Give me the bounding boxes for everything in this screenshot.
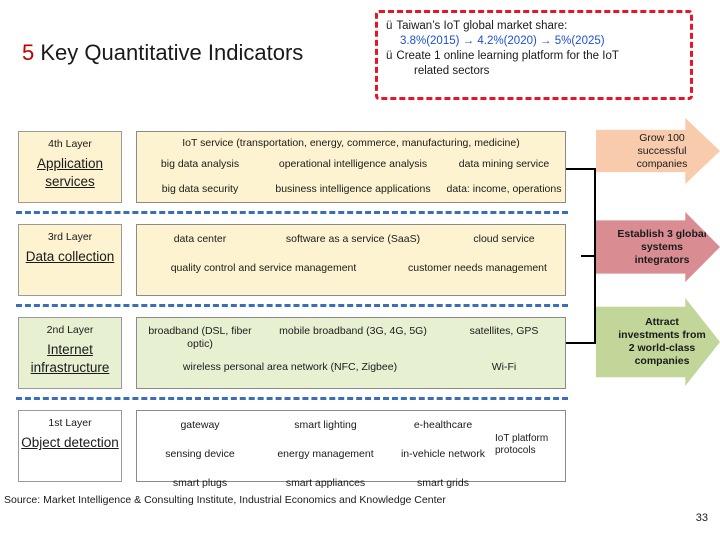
layer-4-item-1: big data analysis bbox=[160, 158, 240, 170]
goal-arrow-1: Grow 100 successful companies bbox=[596, 118, 720, 184]
layer-1-side-label: IoT platform protocols bbox=[495, 433, 549, 456]
callout-line-4: related sectors bbox=[414, 65, 490, 77]
callout-line-2: 3.8%(2015) → 4.2%(2020) → 5%(2025) bbox=[386, 34, 682, 49]
goal-arrow-1-text: Grow 100 successful companies bbox=[636, 131, 688, 170]
layer-2-title: Internet infrastructure bbox=[30, 342, 110, 375]
layer-1-title: Object detection bbox=[21, 435, 119, 450]
layer-1-row-3: smart plugs smart appliances smart grids bbox=[137, 477, 565, 490]
layer-3-item-3: cloud service bbox=[473, 233, 535, 245]
layer-1-item-1: gateway bbox=[180, 419, 220, 431]
check-icon: ü bbox=[386, 20, 393, 32]
layer-4-panel: IoT service (transportation, energy, com… bbox=[136, 131, 566, 203]
layer-2-name: 2nd Layer bbox=[46, 324, 94, 336]
callout-box: ü Taiwan’s IoT global market share: 3.8%… bbox=[375, 10, 693, 100]
layer-3-name: 3rd Layer bbox=[47, 231, 93, 243]
check-icon-2: ü bbox=[386, 50, 393, 62]
layer-3-row-2: quality control and service management c… bbox=[137, 262, 565, 275]
layer-1-row-1: gateway smart lighting e-healthcare bbox=[137, 419, 565, 432]
layer-3-row-1: data center software as a service (SaaS)… bbox=[137, 233, 565, 246]
callout-line-1: ü Taiwan’s IoT global market share: bbox=[386, 19, 682, 34]
callout-line-3: ü Create 1 online learning platform for … bbox=[386, 49, 682, 64]
layer-3-panel: data center software as a service (SaaS)… bbox=[136, 224, 566, 296]
layer-4-title: Application services bbox=[36, 156, 104, 189]
layer-4-item-2: operational intelligence analysis bbox=[278, 158, 428, 170]
layer-4-row-1: big data analysis operational intelligen… bbox=[137, 158, 565, 171]
share-2025: 5%(2025) bbox=[554, 35, 605, 47]
page-title: 5 Key Quantitative Indicators bbox=[22, 40, 303, 66]
layer-label-4: 4th Layer Application services bbox=[18, 131, 122, 203]
layer-2-item-1: broadband (DSL, fiber optic) bbox=[148, 325, 252, 350]
layer-1-spacer-1 bbox=[498, 419, 565, 432]
layer-label-1: 1st Layer Object detection bbox=[18, 410, 122, 482]
layer-2-item-3: satellites, GPS bbox=[469, 325, 539, 337]
source-note: Source: Market Intelligence & Consulting… bbox=[4, 494, 446, 506]
layer-1-spacer-3 bbox=[498, 477, 565, 490]
layer-4-item-3: data mining service bbox=[458, 158, 550, 170]
layer-1-panel: gateway smart lighting e-healthcare sens… bbox=[136, 410, 566, 489]
layer-1-item-9: smart grids bbox=[417, 477, 469, 489]
layer-4-item-4: big data security bbox=[161, 183, 239, 195]
goal-arrow-3: Attract investments from 2 world-class c… bbox=[596, 298, 720, 386]
layer-3-item-2: software as a service (SaaS) bbox=[285, 233, 421, 245]
layer-1-item-8: smart appliances bbox=[285, 477, 366, 489]
layer-3-title: Data collection bbox=[25, 249, 115, 264]
layer-1-item-5: energy management bbox=[277, 448, 374, 460]
share-2015: 3.8%(2015) bbox=[400, 35, 460, 47]
layer-4-name: 4th Layer bbox=[48, 138, 92, 150]
layer-3-item-4: quality control and service management bbox=[170, 262, 357, 274]
goal-arrow-2: Establish 3 global systems integrators bbox=[596, 212, 720, 282]
title-rest: Key Quantitative Indicators bbox=[34, 40, 304, 65]
callout-line-1-text: Taiwan’s IoT global market share: bbox=[396, 20, 568, 32]
layer-2-panel: broadband (DSL, fiber optic) mobile broa… bbox=[136, 317, 566, 389]
layer-2-item-5: Wi-Fi bbox=[491, 361, 517, 373]
share-2020: 4.2%(2020) bbox=[477, 35, 537, 47]
goal-arrow-2-text: Establish 3 global systems integrators bbox=[617, 227, 707, 266]
layer-4-item-5: business intelligence applications bbox=[275, 183, 431, 195]
layer-separator-1 bbox=[16, 211, 568, 214]
layer-3-item-5: customer needs management bbox=[408, 262, 547, 274]
layer-1-name: 1st Layer bbox=[48, 417, 92, 429]
goal-arrow-3-text: Attract investments from 2 world-class c… bbox=[618, 316, 706, 367]
title-accent: 5 bbox=[22, 40, 35, 65]
callout-line-3-text: Create 1 online learning platform for th… bbox=[396, 50, 619, 62]
layer-3-item-1: data center bbox=[173, 233, 227, 245]
arrow-1: → bbox=[459, 35, 478, 47]
layer-4-row-2: big data security business intelligence … bbox=[137, 183, 565, 196]
slide: 5 Key Quantitative Indicators ü Taiwan’s… bbox=[0, 0, 720, 540]
layer-4-head: IoT service (transportation, energy, com… bbox=[182, 137, 520, 149]
layer-1-item-4: sensing device bbox=[165, 448, 235, 460]
layer-2-row-1: broadband (DSL, fiber optic) mobile broa… bbox=[137, 325, 565, 351]
arrow-2: → bbox=[536, 35, 555, 47]
layer-1-item-3: e-healthcare bbox=[413, 419, 473, 431]
layer-label-3: 3rd Layer Data collection bbox=[18, 224, 122, 296]
layer-label-2: 2nd Layer Internet infrastructure bbox=[18, 317, 122, 389]
layer-1-item-6: in-vehicle network bbox=[400, 448, 486, 460]
layer-2-item-4: wireless personal area network (NFC, Zig… bbox=[182, 361, 398, 373]
layer-1-item-2: smart lighting bbox=[294, 419, 357, 431]
layer-1-item-7: smart plugs bbox=[172, 477, 228, 489]
layer-2-item-2: mobile broadband (3G, 4G, 5G) bbox=[279, 325, 427, 337]
layer-4-item-6: data: income, operations bbox=[446, 183, 562, 195]
layer-2-row-2: wireless personal area network (NFC, Zig… bbox=[137, 361, 565, 374]
layer-separator-2 bbox=[16, 304, 568, 307]
page-number: 33 bbox=[695, 512, 708, 524]
layer-separator-3 bbox=[16, 397, 568, 400]
